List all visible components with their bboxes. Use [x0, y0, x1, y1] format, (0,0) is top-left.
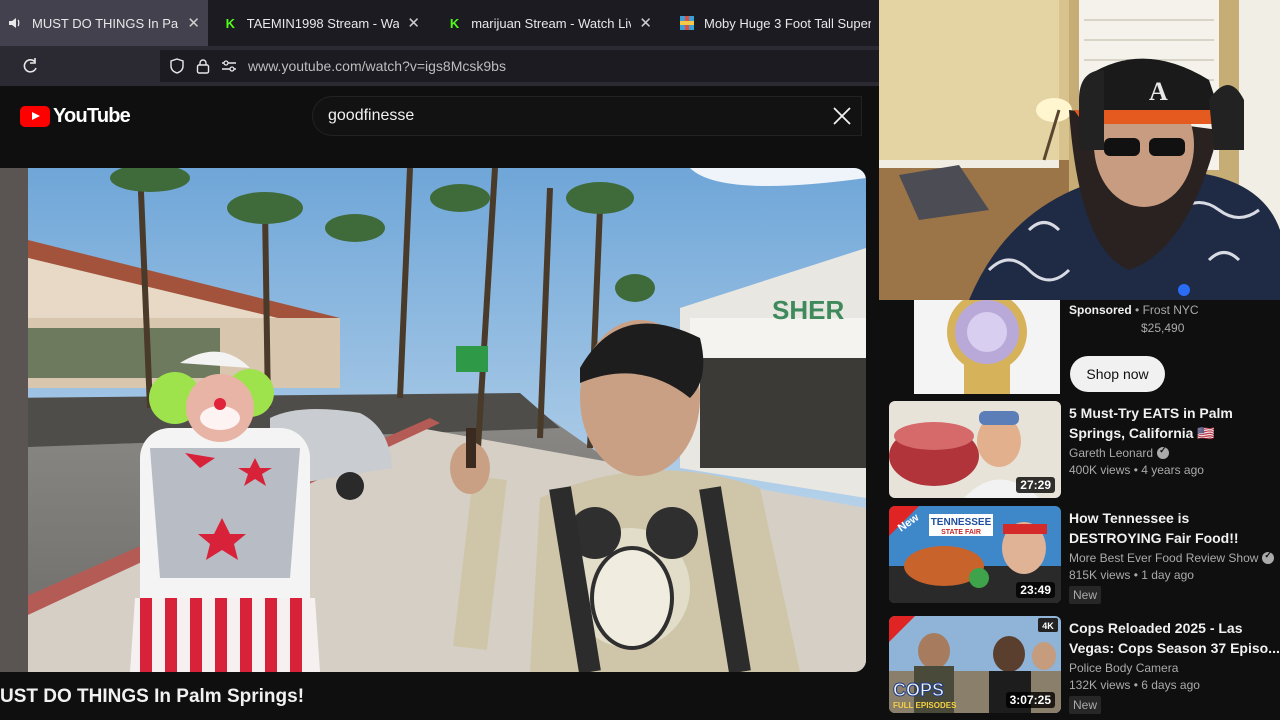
- kick-icon: K: [225, 15, 235, 31]
- new-badge: New: [1069, 696, 1102, 714]
- verified-icon: [1262, 551, 1275, 564]
- kick-icon: K: [449, 15, 460, 31]
- channel-name[interactable]: Police Body Camera: [1069, 661, 1178, 675]
- youtube-logo[interactable]: YouTube: [20, 105, 131, 128]
- video-player[interactable]: SHER: [0, 168, 866, 672]
- video-thumbnail[interactable]: TENNESSEE STATE FAIR New 23:49: [889, 506, 1061, 603]
- ad-thumbnail[interactable]: [914, 300, 1060, 394]
- tab-palm-springs[interactable]: MUST DO THINGS In Palm ✕: [0, 0, 208, 46]
- thumb-text-quality: 4K: [1042, 621, 1054, 631]
- video-stats: 132K views • 6 days ago: [1069, 678, 1200, 692]
- browser-nav-bar: www.youtube.com/watch?v=igs8Mcsk9bs: [0, 46, 879, 86]
- webcam-image: A: [879, 0, 1280, 300]
- video-duration: 27:29: [1016, 477, 1055, 493]
- video-title[interactable]: Cops Reloaded 2025 - Las Vegas: Cops Sea…: [1069, 618, 1280, 658]
- tab-taemin-stream[interactable]: K TAEMIN1998 Stream - Watch Li ✕: [208, 0, 428, 46]
- sponsored-label: Sponsored: [1069, 303, 1132, 317]
- search-input[interactable]: goodfinesse: [312, 96, 862, 136]
- lock-icon[interactable]: [194, 57, 212, 75]
- recommendations-sidebar: Sponsored • Frost NYC $25,490 Shop now 2…: [879, 300, 1280, 720]
- video-title: UST DO THINGS In Palm Springs!: [0, 686, 305, 707]
- reload-icon[interactable]: [20, 56, 40, 76]
- youtube-header: YouTube goodfinesse: [0, 86, 879, 146]
- ad-price: $25,490: [1141, 321, 1185, 335]
- channel-row: Gareth Leonard: [1069, 446, 1280, 460]
- youtube-play-icon: [20, 106, 50, 127]
- video-duration: 23:49: [1016, 582, 1055, 598]
- video-frame: SHER: [0, 168, 866, 672]
- channel-row: More Best Ever Food Review Show: [1069, 551, 1280, 565]
- close-icon[interactable]: ✕: [639, 14, 652, 32]
- video-meta: How Tennessee is DESTROYING Fair Food!! …: [1069, 508, 1280, 604]
- channel-name[interactable]: Gareth Leonard: [1069, 446, 1153, 460]
- list-item[interactable]: 4K COPS FULL EPISODES 3:07:25 Cops Reloa…: [889, 616, 1280, 716]
- shield-icon[interactable]: [168, 57, 186, 75]
- tab-title: MUST DO THINGS In Palm: [32, 15, 180, 31]
- video-stats: 400K views • 4 years ago: [1069, 463, 1204, 477]
- browser-tab-bar: MUST DO THINGS In Palm ✕ K TAEMIN1998 St…: [0, 0, 879, 46]
- thumb-text-full-episodes: FULL EPISODES: [893, 701, 957, 710]
- tab-title: TAEMIN1998 Stream - Watch Li: [246, 15, 400, 31]
- video-thumbnail[interactable]: 4K COPS FULL EPISODES 3:07:25: [889, 616, 1061, 713]
- tab-title: marijuan Stream - Watch Live o: [471, 15, 631, 31]
- verified-icon: [1157, 446, 1170, 459]
- search-query: goodfinesse: [328, 107, 415, 124]
- tab-marijuan-stream[interactable]: K marijuan Stream - Watch Live o ✕: [428, 0, 660, 46]
- ad-separator: •: [1135, 303, 1143, 317]
- close-icon[interactable]: ✕: [187, 14, 200, 32]
- list-item[interactable]: TENNESSEE STATE FAIR New 23:49 How Tenne…: [889, 506, 1280, 606]
- address-bar[interactable]: www.youtube.com/watch?v=igs8Mcsk9bs: [160, 50, 879, 82]
- thumb-text-state-fair: STATE FAIR: [941, 529, 981, 536]
- close-icon[interactable]: ✕: [407, 14, 420, 32]
- cross-icon: [680, 16, 694, 30]
- channel-row: Police Body Camera: [1069, 661, 1280, 675]
- shop-now-button[interactable]: Shop now: [1070, 356, 1165, 392]
- close-icon[interactable]: [831, 105, 853, 127]
- ad-sponsor-line: Sponsored • Frost NYC: [1069, 303, 1199, 317]
- video-title[interactable]: How Tennessee is DESTROYING Fair Food!!: [1069, 508, 1280, 548]
- new-badge: New: [1069, 586, 1102, 604]
- video-meta: Cops Reloaded 2025 - Las Vegas: Cops Sea…: [1069, 618, 1280, 714]
- svg-text:A: A: [1149, 77, 1168, 106]
- channel-name[interactable]: More Best Ever Food Review Show: [1069, 551, 1258, 565]
- tab-title: Moby Huge 3 Foot Tall Super D: [704, 15, 871, 31]
- video-thumbnail[interactable]: 27:29: [889, 401, 1061, 498]
- video-duration: 3:07:25: [1005, 692, 1055, 708]
- url-text: www.youtube.com/watch?v=igs8Mcsk9bs: [248, 58, 506, 74]
- thumb-text-cops: COPS: [893, 680, 944, 700]
- list-item[interactable]: 27:29 5 Must-Try EATS in Palm Springs, C…: [889, 401, 1280, 501]
- streamer-webcam: A: [879, 0, 1280, 300]
- screen: MUST DO THINGS In Palm ✕ K TAEMIN1998 St…: [0, 0, 1280, 720]
- permissions-icon[interactable]: [220, 57, 238, 75]
- video-meta: 5 Must-Try EATS in Palm Springs, Califor…: [1069, 403, 1280, 477]
- ad-advertiser[interactable]: Frost NYC: [1143, 303, 1199, 317]
- thumb-text-tennessee: TENNESSEE: [931, 517, 992, 528]
- video-title[interactable]: 5 Must-Try EATS in Palm Springs, Califor…: [1069, 403, 1280, 443]
- watch-ad-image: [914, 300, 1060, 394]
- video-stats: 815K views • 1 day ago: [1069, 568, 1194, 582]
- youtube-wordmark: YouTube: [53, 105, 131, 127]
- tab-moby[interactable]: Moby Huge 3 Foot Tall Super D: [660, 0, 879, 46]
- speaker-icon[interactable]: [8, 16, 22, 30]
- storefront-sign: SHER: [772, 295, 844, 325]
